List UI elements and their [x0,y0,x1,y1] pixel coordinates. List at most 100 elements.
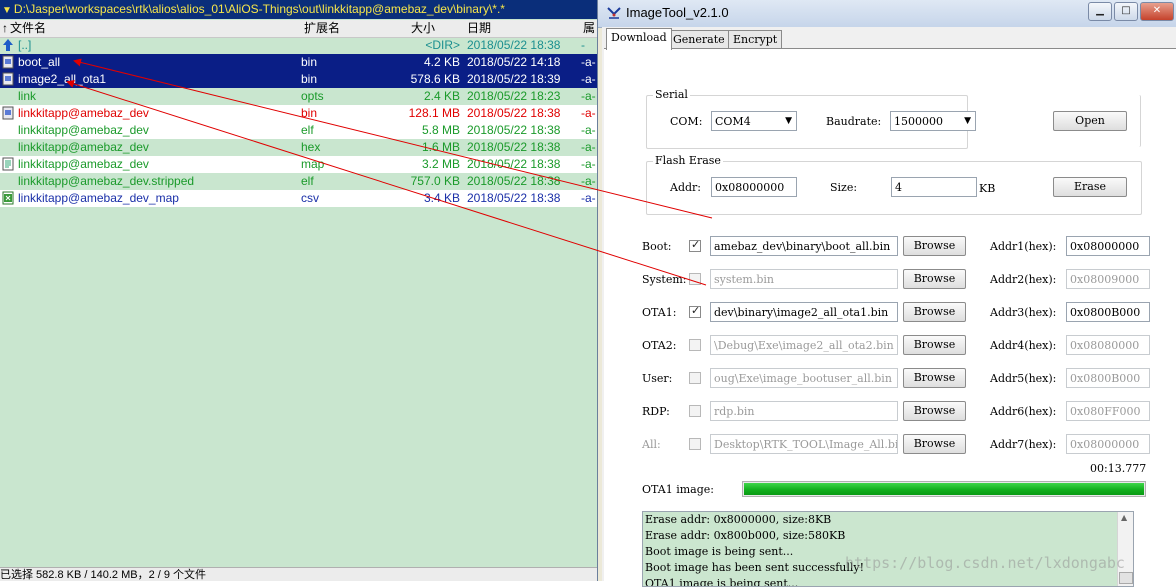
addr-input[interactable]: 0x0800B000 [1066,302,1150,322]
addr-label: Addr1(hex): [990,240,1057,253]
file-row[interactable]: linkkitapp@amebaz_dev bin 128.1 MB 2018/05/… [0,105,598,122]
image-checkbox[interactable] [689,405,701,417]
addr-input[interactable]: 0x0800B000 [1066,368,1150,388]
file-row[interactable]: [..] <DIR> 2018/05/22 18:38 - [0,37,598,54]
window-title: ImageTool_v2.1.0 [626,5,729,20]
dropdown-arrow-icon[interactable]: ▼ [2,5,12,16]
baudrate-value: 1500000 [894,115,943,128]
image-checkbox[interactable] [689,273,701,285]
file-row[interactable]: boot_all bin 4.2 KB 2018/05/22 14:18 -a- [0,54,598,71]
file-ext: map [301,157,325,171]
progress-bar [742,481,1146,497]
tab-download[interactable]: Download [606,28,672,50]
column-header: ↑ 文件名 扩展名 大小 日期 属 [0,20,598,38]
image-path-input[interactable]: amebaz_dev\binary\boot_all.bin [710,236,898,256]
title-bar[interactable]: ImageTool_v2.1.0 ▁ □ ✕ [598,0,1176,28]
column-date[interactable]: 日期 [467,20,491,37]
image-path-input[interactable]: Desktop\RTK_TOOL\Image_All.bin [710,434,898,454]
file-row[interactable]: linkkitapp@amebaz_dev.stripped elf 757.0 K… [0,173,598,190]
map-file-icon [1,157,15,171]
path-text: D:\Jasper\workspaces\rtk\alios\alios_01\… [13,2,505,16]
addr-input[interactable]: 0x08000000 [1066,434,1150,454]
erase-size-input[interactable]: 4 [891,177,977,197]
image-checkbox[interactable]: ✓ [689,238,701,252]
column-ext[interactable]: 扩展名 [304,20,340,37]
file-attr: -a- [581,55,596,69]
image-label: All: [642,438,661,451]
progress-label: OTA1 image: [642,483,714,496]
image-path-input[interactable]: oug\Exe\image_bootuser_all.bin [710,368,898,388]
file-name: link [18,89,37,103]
browse-button[interactable]: Browse [903,269,966,289]
log-line: Erase addr: 0x8000000, size:8KB [645,513,832,526]
file-ext: hex [301,140,321,154]
browse-button[interactable]: Browse [903,434,966,454]
image-path-input[interactable]: system.bin [710,269,898,289]
erase-addr-input[interactable]: 0x08000000 [711,177,797,197]
image-path-input[interactable]: \Debug\Exe\image2_all_ota2.bin [710,335,898,355]
image-checkbox[interactable]: ✓ [689,304,701,318]
image-checkbox[interactable] [689,339,701,351]
file-row[interactable]: linkkitapp@amebaz_dev_map csv 3.4 KB 2018/0… [0,190,598,207]
tab-generate[interactable]: Generate [668,30,730,49]
flash-erase-group-title: Flash Erase [653,154,723,167]
scroll-thumb[interactable] [1119,572,1133,584]
file-row[interactable]: linkkitapp@amebaz_dev hex 1.6 MB 2018/05/22… [0,139,598,156]
image-checkbox[interactable] [689,372,701,384]
sort-up-icon: ↑ [2,21,8,35]
erase-button[interactable]: Erase [1053,177,1127,197]
file-attr: -a- [581,174,596,188]
file-ext: csv [301,191,319,205]
column-size[interactable]: 大小 [411,20,435,37]
up-arrow-icon [1,38,15,52]
file-attr: -a- [581,72,596,86]
open-button[interactable]: Open [1053,111,1127,131]
tab-encrypt[interactable]: Encrypt [728,30,783,49]
browse-button[interactable]: Browse [903,236,966,256]
addr-input[interactable]: 0x08080000 [1066,335,1150,355]
browse-button[interactable]: Browse [903,401,966,421]
file-attr: -a- [581,123,596,137]
log-line: Erase addr: 0x800b000, size:580KB [645,529,846,542]
maximize-button[interactable]: □ [1114,2,1138,21]
browse-button[interactable]: Browse [903,302,966,322]
file-row[interactable]: image2_all_ota1 bin 578.6 KB 2018/05/22 18:… [0,71,598,88]
file-size: 3.4 KB [423,191,460,205]
com-select[interactable]: COM4 ▼ [711,111,797,131]
log-box[interactable]: Erase addr: 0x8000000, size:8KB Erase add… [642,511,1134,587]
browse-button[interactable]: Browse [903,368,966,388]
imagetool-window: ImageTool_v2.1.0 ▁ □ ✕ Download Generate… [597,0,1176,587]
file-date: 2018/05/22 18:39 [467,72,561,86]
elapsed-timer: 00:13.777 [1090,462,1147,475]
log-scrollbar[interactable]: ▲ [1117,512,1133,586]
log-line: OTA1 image is being sent... [645,577,799,587]
file-row[interactable]: linkkitapp@amebaz_dev map 3.2 MB 2018/05/22… [0,156,598,173]
path-bar[interactable]: ▼ D:\Jasper\workspaces\rtk\alios\alios_01… [0,0,598,19]
log-lines: Erase addr: 0x8000000, size:8KB Erase add… [643,512,1133,587]
addr-input[interactable]: 0x080FF000 [1066,401,1150,421]
scroll-up-icon[interactable]: ▲ [1121,513,1127,522]
file-row[interactable]: link opts 2.4 KB 2018/05/22 18:23 -a- [0,88,598,105]
file-size: 757.0 KB [410,174,460,188]
file-size: 1.6 MB [421,140,460,154]
addr-input[interactable]: 0x08009000 [1066,269,1150,289]
column-attr[interactable]: 属 [583,20,595,37]
file-row[interactable]: linkkitapp@amebaz_dev elf 5.8 MB 2018/05/22… [0,122,598,139]
com-label: COM: [670,115,703,128]
image-checkbox[interactable] [689,438,701,450]
file-name: linkkitapp@amebaz_dev [18,157,149,171]
image-path-input[interactable]: dev\binary\image2_all_ota1.bin [710,302,898,322]
image-path-input[interactable]: rdp.bin [710,401,898,421]
file-name: linkkitapp@amebaz_dev_map [18,191,179,205]
browse-button[interactable]: Browse [903,335,966,355]
file-ext: bin [301,55,318,69]
baudrate-select[interactable]: 1500000 ▼ [890,111,976,131]
bin-file-icon [1,72,15,86]
file-name: linkkitapp@amebaz_dev [18,106,149,120]
addr-input[interactable]: 0x08000000 [1066,236,1150,256]
close-button[interactable]: ✕ [1140,2,1174,21]
image-label: User: [642,372,673,385]
file-date: 2018/05/22 18:38 [467,106,561,120]
minimize-button[interactable]: ▁ [1088,2,1112,21]
column-name[interactable]: 文件名 [10,20,46,37]
